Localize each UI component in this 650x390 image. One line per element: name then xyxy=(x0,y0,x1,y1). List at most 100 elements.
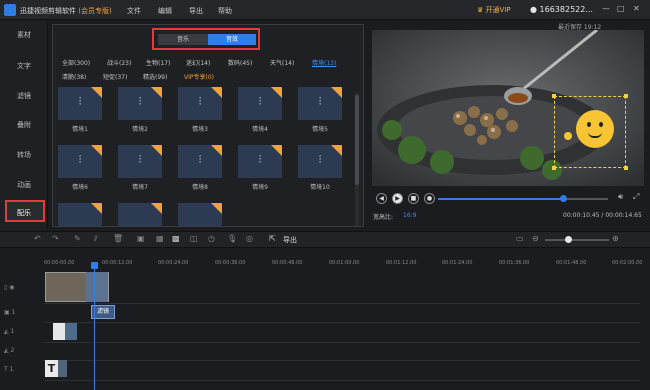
resize-handle[interactable] xyxy=(552,166,556,170)
track-divider xyxy=(44,322,640,323)
playhead-handle[interactable] xyxy=(91,262,98,269)
export-icon[interactable]: ⇱ xyxy=(269,234,276,243)
sound-tile[interactable] xyxy=(118,203,162,226)
sidebar-item-overlay[interactable]: 叠附 xyxy=(0,120,48,130)
sidebar-item-material[interactable]: 素材 xyxy=(0,30,48,40)
minimize-icon[interactable]: — xyxy=(602,4,610,13)
overlay-track-icon: ◭ xyxy=(4,328,9,335)
category-crisp[interactable]: 清脆(38) xyxy=(62,72,86,81)
menu-help[interactable]: 帮助 xyxy=(218,6,232,16)
ruler-tick: 00:00:00.00 xyxy=(44,260,75,266)
sticker-mouth xyxy=(588,132,602,138)
resize-handle[interactable] xyxy=(552,94,556,98)
track-number: 1 xyxy=(11,309,16,316)
open-vip-label: 开通VIP xyxy=(485,6,511,14)
sidebar-item-transition[interactable]: 转场 xyxy=(0,150,48,160)
play-icon[interactable]: ▶ xyxy=(392,193,403,204)
category-battle[interactable]: 战斗(23) xyxy=(107,58,131,67)
sound-tile[interactable]: ⫶ xyxy=(58,145,102,178)
mosaic-icon[interactable]: ▦ xyxy=(156,234,164,243)
sidebar-item-music[interactable]: 配乐 xyxy=(0,208,48,218)
app-title: 迅捷视频剪辑软件 (会员专版) xyxy=(20,6,112,16)
fullscreen-icon[interactable]: ⤢ xyxy=(633,192,639,202)
stop-icon[interactable]: ■ xyxy=(408,193,419,204)
split-icon[interactable]: ⫽ xyxy=(94,234,98,244)
sound-tile[interactable]: ⫶ xyxy=(118,145,162,178)
speed-icon[interactable]: ◫ xyxy=(190,234,198,243)
next-frame-icon[interactable]: ● xyxy=(424,193,435,204)
ruler-tick: 00:00:12.00 xyxy=(102,260,133,266)
record-voice-icon[interactable]: 🎙︎ xyxy=(227,234,237,243)
duration-icon[interactable]: ◷ xyxy=(208,234,215,243)
category-digital[interactable]: 数码(45) xyxy=(228,58,252,67)
equalizer-icon: ⫶ xyxy=(258,95,262,108)
sidebar-item-filter[interactable]: 滤镜 xyxy=(0,91,48,101)
video-clip-thumbnail[interactable] xyxy=(86,272,108,302)
sound-tile[interactable] xyxy=(58,203,102,226)
audio-icon[interactable]: ◎ xyxy=(246,234,253,243)
sidebar-item-animation[interactable]: 动画 xyxy=(0,180,48,190)
delete-icon[interactable]: 🗑︎ xyxy=(113,234,123,243)
maximize-icon[interactable]: □ xyxy=(617,4,625,13)
category-vip[interactable]: VIP专享(0) xyxy=(184,72,214,81)
tile-label: 情境8 xyxy=(192,184,208,191)
sidebar-item-text[interactable]: 文字 xyxy=(0,61,48,71)
playhead[interactable] xyxy=(94,264,95,390)
fit-timeline-icon[interactable]: ▭ xyxy=(516,234,524,243)
category-creature[interactable]: 生物(17) xyxy=(146,58,170,67)
volume-icon[interactable]: 🔊︎ xyxy=(618,192,623,202)
menu-export[interactable]: 导出 xyxy=(189,6,203,16)
export-button[interactable]: 导出 xyxy=(283,235,297,245)
sound-tile[interactable]: ⫶ xyxy=(298,145,342,178)
smiley-sticker[interactable] xyxy=(576,110,614,148)
menu-file[interactable]: 文件 xyxy=(127,6,141,16)
text-track-icon: T xyxy=(4,366,8,373)
ruler-tick: 00:00:24.00 xyxy=(158,260,189,266)
category-weather[interactable]: 天气(14) xyxy=(270,58,294,67)
zoom-out-icon[interactable]: ⊖ xyxy=(532,234,539,243)
sound-tile[interactable]: ⫶ xyxy=(238,87,282,120)
category-all[interactable]: 全部(300) xyxy=(62,58,90,67)
category-psychedelic[interactable]: 迷幻(14) xyxy=(186,58,210,67)
menu-edit[interactable]: 编辑 xyxy=(158,6,172,16)
track-divider xyxy=(44,342,640,343)
tile-label: 情境2 xyxy=(132,126,148,133)
user-account[interactable]: ● 166382522... xyxy=(530,5,593,14)
sound-tile[interactable]: ⫶ xyxy=(238,145,282,178)
crop-icon[interactable]: ▣ xyxy=(137,234,145,243)
track-number: 2 xyxy=(10,347,15,354)
tab-music[interactable]: 音乐 xyxy=(158,34,208,45)
sound-tile[interactable]: ⫶ xyxy=(118,87,162,120)
sound-tile[interactable]: ⫶ xyxy=(58,87,102,120)
tile-label: 情境7 xyxy=(132,184,148,191)
sound-tile[interactable] xyxy=(178,203,222,226)
resize-handle[interactable] xyxy=(624,166,628,170)
zoom-slider[interactable] xyxy=(545,239,609,241)
category-situation[interactable]: 情境(13) xyxy=(312,58,336,67)
visibility-icon[interactable]: ◉ xyxy=(9,284,14,291)
open-vip-button[interactable]: ♛ 开通VIP xyxy=(477,5,511,15)
zoom-in-icon[interactable]: ⊕ xyxy=(612,234,619,243)
category-featured[interactable]: 精选(99) xyxy=(143,72,167,81)
resize-handle[interactable] xyxy=(624,94,628,98)
equalizer-icon: ⫶ xyxy=(258,153,262,166)
library-scroll-thumb[interactable] xyxy=(355,95,359,185)
redo-icon[interactable]: ↷ xyxy=(52,234,59,243)
sound-tile[interactable]: ⫶ xyxy=(178,145,222,178)
aspect-ratio-select[interactable]: 16:9 xyxy=(403,212,416,219)
ruler-tick: 00:00:48.00 xyxy=(272,260,303,266)
tab-sound-effects[interactable]: 音效 xyxy=(208,34,256,45)
prev-frame-icon[interactable]: ◀ xyxy=(376,193,387,204)
equalizer-icon: ⫶ xyxy=(138,153,142,166)
edit-icon[interactable]: ✎ xyxy=(74,234,81,243)
zoom-slider-handle[interactable] xyxy=(565,236,572,243)
seek-handle[interactable] xyxy=(560,195,567,202)
close-icon[interactable]: ✕ xyxy=(633,4,640,13)
sound-tile[interactable]: ⫶ xyxy=(178,87,222,120)
category-short[interactable]: 短促(37) xyxy=(103,72,127,81)
freeze-icon[interactable]: ▩ xyxy=(172,234,180,243)
download-badge-icon xyxy=(211,203,222,214)
sound-tile[interactable]: ⫶ xyxy=(298,87,342,120)
timeline-ruler[interactable]: 00:00:00.00 00:00:12.00 00:00:24.00 00:0… xyxy=(44,254,650,268)
undo-icon[interactable]: ↶ xyxy=(34,234,41,243)
